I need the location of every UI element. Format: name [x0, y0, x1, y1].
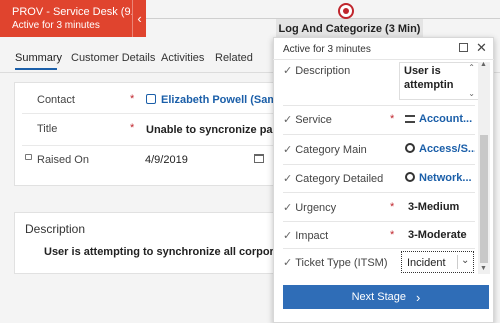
category-main-value-text: Access/S... — [419, 143, 475, 155]
flyout-field-service: ✓ Service * Account... — [283, 113, 473, 129]
chevron-right-icon: › — [416, 289, 421, 305]
tab-activities[interactable]: Activities — [161, 52, 204, 64]
contact-icon — [146, 94, 156, 104]
raised-on-label: Raised On — [37, 154, 89, 166]
flyout-header-divider — [273, 59, 494, 60]
field-label: Impact — [295, 230, 329, 242]
next-stage-button[interactable]: Next Stage › — [283, 285, 489, 309]
scroll-up-icon[interactable]: ⌃ — [468, 63, 475, 72]
field-label: Category Detailed — [295, 173, 384, 185]
flyout-field-impact: ✓ Impact * 3-Moderate — [283, 229, 473, 245]
category-icon — [405, 143, 415, 153]
description-line-1: User is — [404, 65, 441, 77]
field-divider — [283, 221, 475, 222]
field-divider — [283, 164, 475, 165]
field-divider — [283, 105, 475, 106]
record-title: PROV - Service Desk (9.... — [12, 6, 143, 18]
scroll-up-arrow-icon[interactable]: ▲ — [480, 61, 487, 68]
required-asterisk: * — [390, 201, 395, 213]
title-label: Title — [37, 123, 58, 135]
check-icon: ✓ — [283, 144, 293, 156]
description-text[interactable]: User is attempting to synchronize all co… — [44, 246, 274, 258]
flyout-field-urgency: ✓ Urgency * 3-Medium — [283, 201, 473, 217]
category-main-value[interactable]: Access/S... — [405, 143, 475, 155]
field-divider — [283, 134, 475, 135]
check-icon: ✓ — [283, 114, 293, 126]
scroll-down-arrow-icon[interactable]: ▼ — [480, 265, 487, 272]
field-divider — [283, 248, 475, 249]
chevron-down-icon: ⌄ — [461, 255, 470, 266]
row-divider — [22, 113, 276, 114]
check-icon: ✓ — [283, 230, 293, 242]
row-divider — [22, 145, 276, 146]
service-value-text: Account... — [419, 113, 473, 125]
required-asterisk: * — [130, 122, 135, 134]
lock-icon — [25, 154, 32, 160]
check-icon: ✓ — [283, 173, 293, 185]
tab-related[interactable]: Related — [215, 52, 253, 64]
field-label: Service — [295, 114, 332, 126]
ticket-type-value: Incident — [407, 257, 446, 269]
required-asterisk: * — [130, 93, 135, 105]
title-value[interactable]: Unable to syncronize pass — [146, 124, 276, 136]
category-icon — [405, 172, 415, 182]
scroll-down-icon[interactable]: ⌄ — [468, 89, 475, 98]
ticket-type-select[interactable]: Incident ⌄ — [401, 251, 474, 273]
chevron-left-icon[interactable]: ‹ — [132, 0, 146, 37]
category-detailed-value-text: Network... — [419, 172, 472, 184]
raised-on-value[interactable]: 4/9/2019 — [145, 154, 188, 166]
expand-icon[interactable] — [459, 43, 468, 52]
tab-summary[interactable]: Summary — [15, 52, 62, 64]
field-divider — [283, 192, 475, 193]
description-line-2: attemptin — [404, 79, 454, 91]
record-status: Active for 3 minutes — [12, 20, 100, 31]
field-label: Urgency — [295, 202, 337, 214]
scrollbar-thumb[interactable] — [480, 135, 488, 263]
close-icon[interactable]: ✕ — [476, 40, 487, 56]
service-value[interactable]: Account... — [405, 113, 477, 125]
required-asterisk: * — [390, 113, 395, 125]
check-icon: ✓ — [283, 257, 293, 269]
field-label: Description — [295, 65, 351, 77]
check-icon: ✓ — [283, 65, 293, 77]
flyout-status: Active for 3 minutes — [283, 44, 371, 55]
urgency-value[interactable]: 3-Medium — [408, 201, 478, 213]
check-icon: ✓ — [283, 202, 293, 214]
category-detailed-value[interactable]: Network... — [405, 172, 475, 184]
flyout-field-description: ✓ Description User is attemptin ⌃ ⌄ — [283, 62, 479, 104]
field-label: Category Main — [295, 144, 367, 156]
required-asterisk: * — [390, 229, 395, 241]
select-divider — [457, 255, 458, 269]
flyout-field-category-main: ✓ Category Main Access/S... — [283, 143, 475, 159]
description-textarea[interactable]: User is attemptin ⌃ ⌄ — [399, 62, 479, 100]
flyout-field-category-detailed: ✓ Category Detailed Network... — [283, 172, 473, 188]
contact-value[interactable]: Elizabeth Powell (Samp — [161, 94, 276, 106]
description-label: Description — [25, 222, 86, 236]
contact-label: Contact — [37, 94, 75, 106]
active-stage-marker-icon[interactable] — [338, 3, 354, 19]
tab-customer-details[interactable]: Customer Details — [71, 52, 155, 64]
impact-value[interactable]: 3-Moderate — [408, 229, 478, 241]
calendar-icon[interactable] — [254, 154, 264, 163]
stage-tab-log-and-categorize[interactable]: Log And Categorize (3 Min) — [276, 19, 423, 38]
field-label: Ticket Type (ITSM) — [295, 257, 388, 269]
list-icon — [405, 115, 415, 123]
next-stage-label: Next Stage — [351, 291, 407, 303]
record-title-block[interactable]: PROV - Service Desk (9.... Active for 3 … — [0, 0, 143, 37]
active-tab-indicator — [15, 68, 57, 70]
